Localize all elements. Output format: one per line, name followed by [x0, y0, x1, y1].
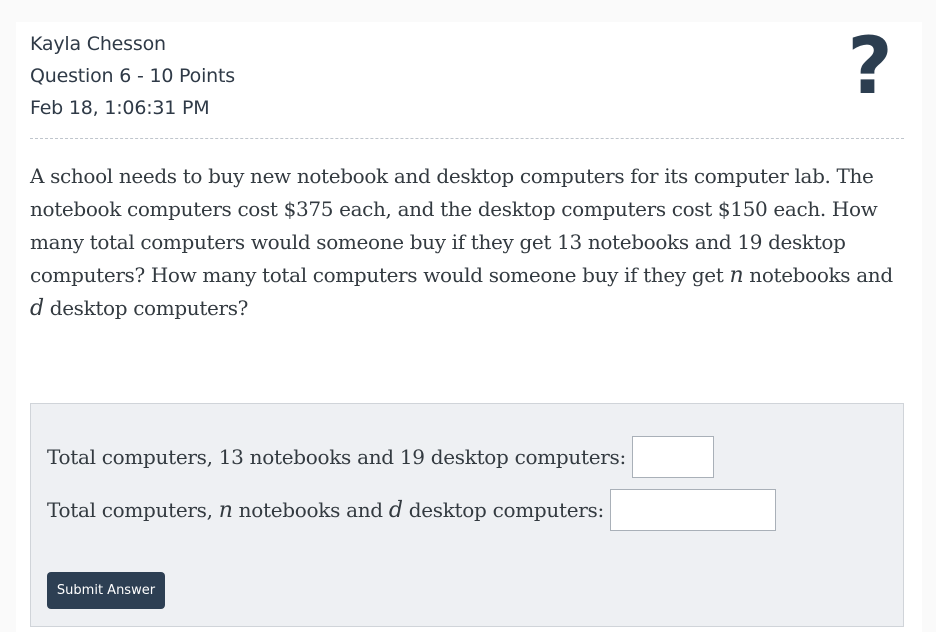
answer-label-1: Total computers, 13 notebooks and 19 des…	[47, 445, 626, 469]
divider	[30, 138, 904, 139]
question-text: A school needs to buy new notebook and d…	[30, 160, 908, 325]
question-header: Kayla Chesson Question 6 - 10 Points Feb…	[30, 28, 235, 124]
answer-label-2: Total computers, n notebooks and d deskt…	[47, 498, 604, 523]
submit-answer-button[interactable]: Submit Answer	[47, 572, 165, 609]
answer-label-part: desktop computers:	[402, 497, 605, 522]
variable-n: n	[218, 497, 233, 523]
question-text-part: desktop computers?	[43, 296, 249, 320]
answer-row-2: Total computers, n notebooks and d deskt…	[47, 489, 776, 531]
answer-input-1[interactable]	[631, 436, 714, 478]
answer-label-part: notebooks and	[232, 497, 389, 522]
variable-n: n	[729, 263, 744, 288]
student-name: Kayla Chesson	[30, 33, 166, 55]
question-text-part: notebooks and	[743, 263, 893, 287]
answer-row-1: Total computers, 13 notebooks and 19 des…	[47, 436, 714, 478]
question-info: Question 6 - 10 Points	[30, 65, 235, 87]
help-icon[interactable]: ?	[840, 22, 900, 112]
answer-label-part: Total computers,	[47, 497, 219, 522]
variable-d: d	[30, 296, 44, 321]
answer-panel: Total computers, 13 notebooks and 19 des…	[30, 403, 904, 627]
answer-input-2[interactable]	[609, 489, 776, 531]
variable-d: d	[388, 497, 403, 523]
timestamp: Feb 18, 1:06:31 PM	[30, 97, 210, 119]
